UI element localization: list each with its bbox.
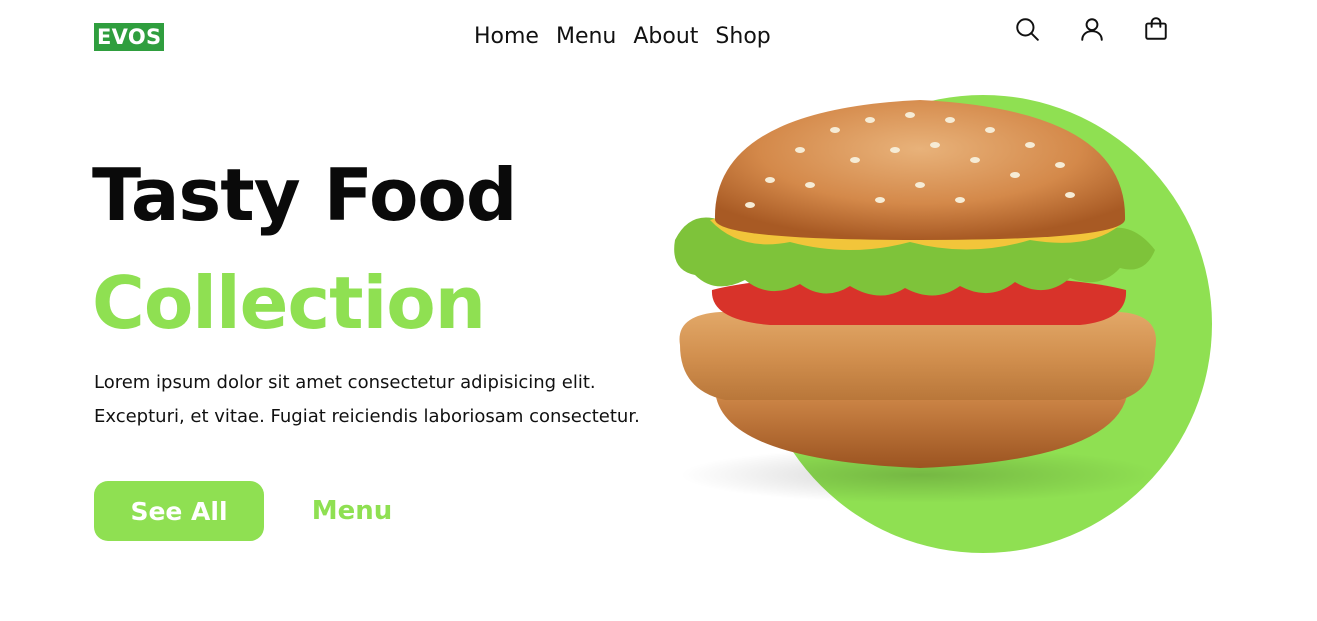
logo[interactable]: EVOS bbox=[94, 23, 165, 51]
main-nav: Home Menu About Shop bbox=[474, 22, 771, 52]
search-icon[interactable] bbox=[1013, 15, 1041, 43]
burger-image bbox=[674, 100, 1160, 503]
hero-title-line1: Tasty Food bbox=[92, 153, 517, 237]
nav-home[interactable]: Home bbox=[474, 22, 539, 52]
menu-button[interactable]: Menu bbox=[296, 481, 408, 541]
shopping-bag-icon[interactable] bbox=[1142, 15, 1170, 43]
nav-menu[interactable]: Menu bbox=[556, 22, 616, 52]
hero-description: Lorem ipsum dolor sit amet consectetur a… bbox=[94, 372, 640, 427]
see-all-button[interactable]: See All bbox=[94, 481, 264, 541]
nav-shop[interactable]: Shop bbox=[715, 22, 770, 52]
user-icon[interactable] bbox=[1078, 15, 1106, 43]
hero-title-line2: Collection bbox=[92, 261, 486, 345]
nav-about[interactable]: About bbox=[633, 22, 698, 52]
